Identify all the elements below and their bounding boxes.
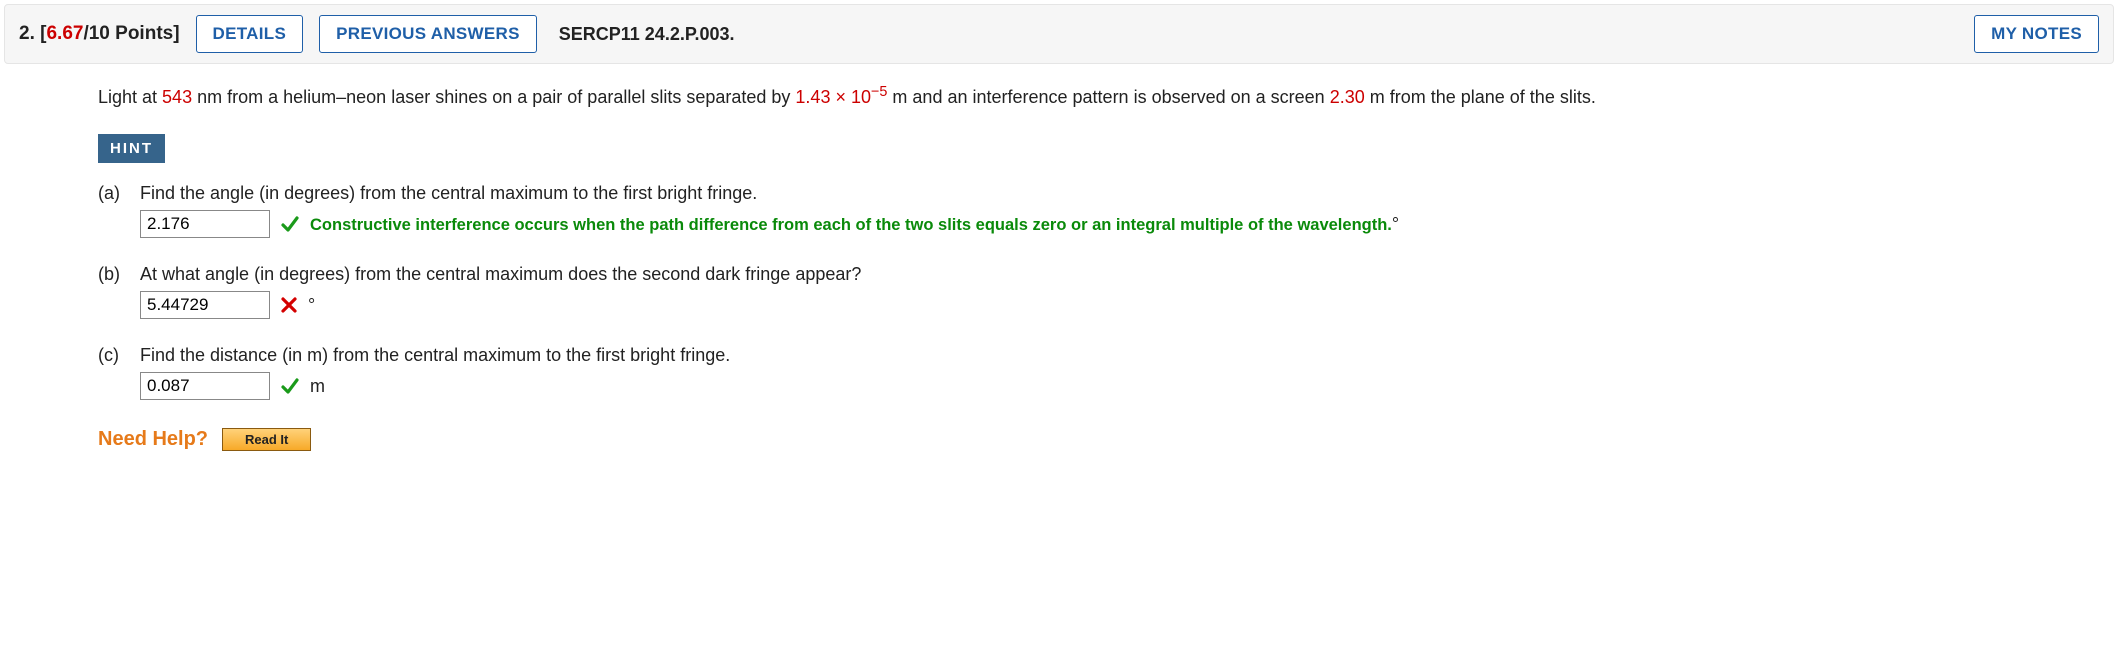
previous-answers-button[interactable]: PREVIOUS ANSWERS	[319, 15, 537, 53]
question-header: 2. [6.67/10 Points] DETAILS PREVIOUS ANS…	[4, 4, 2114, 64]
part-question: At what angle (in degrees) from the cent…	[140, 264, 861, 285]
separation-value: 1.43 × 10−5	[795, 87, 887, 107]
need-help-label: Need Help?	[98, 428, 208, 451]
read-it-button[interactable]: Read It	[222, 428, 311, 451]
x-icon	[280, 296, 298, 314]
score-earned: 6.67	[46, 23, 83, 44]
feedback-text: Constructive interference occurs when th…	[310, 214, 1399, 235]
score-max: 10	[89, 23, 110, 44]
answer-input-a[interactable]	[140, 210, 270, 238]
answer-input-b[interactable]	[140, 291, 270, 319]
part-label: (c)	[98, 345, 126, 366]
part-question: Find the angle (in degrees) from the cen…	[140, 183, 757, 204]
need-help-row: Need Help? Read It	[98, 428, 2118, 451]
my-notes-button[interactable]: MY NOTES	[1974, 15, 2099, 53]
unit-m: m	[310, 376, 325, 397]
prompt-text: Light at	[98, 87, 162, 107]
unit-degree: °	[1392, 214, 1399, 234]
check-icon	[280, 214, 300, 234]
points-suffix: Points]	[110, 23, 180, 44]
question-prompt: Light at 543 nm from a helium–neon laser…	[98, 82, 2118, 110]
prompt-text: m and an interference pattern is observe…	[887, 87, 1329, 107]
unit-degree: °	[308, 295, 315, 316]
part-c: (c) Find the distance (in m) from the ce…	[98, 345, 2118, 400]
assignment-id: SERCP11 24.2.P.003.	[559, 24, 735, 45]
feedback-msg: Constructive interference occurs when th…	[310, 216, 1392, 234]
question-body: Light at 543 nm from a helium–neon laser…	[0, 82, 2118, 451]
question-number: 2.	[19, 23, 35, 44]
prompt-text: m from the plane of the slits.	[1365, 87, 1596, 107]
part-label: (a)	[98, 183, 126, 204]
prompt-text: nm from a helium–neon laser shines on a …	[192, 87, 795, 107]
check-icon	[280, 376, 300, 396]
points-label: 2. [6.67/10 Points]	[19, 23, 180, 45]
hint-button[interactable]: HINT	[98, 134, 165, 163]
screen-distance-value: 2.30	[1330, 87, 1365, 107]
wavelength-value: 543	[162, 87, 192, 107]
sep-exp: −5	[871, 84, 887, 100]
details-button[interactable]: DETAILS	[196, 15, 304, 53]
sep-base: 1.43 × 10	[795, 87, 871, 107]
answer-input-c[interactable]	[140, 372, 270, 400]
part-a: (a) Find the angle (in degrees) from the…	[98, 183, 2118, 238]
part-label: (b)	[98, 264, 126, 285]
part-question: Find the distance (in m) from the centra…	[140, 345, 730, 366]
part-b: (b) At what angle (in degrees) from the …	[98, 264, 2118, 319]
